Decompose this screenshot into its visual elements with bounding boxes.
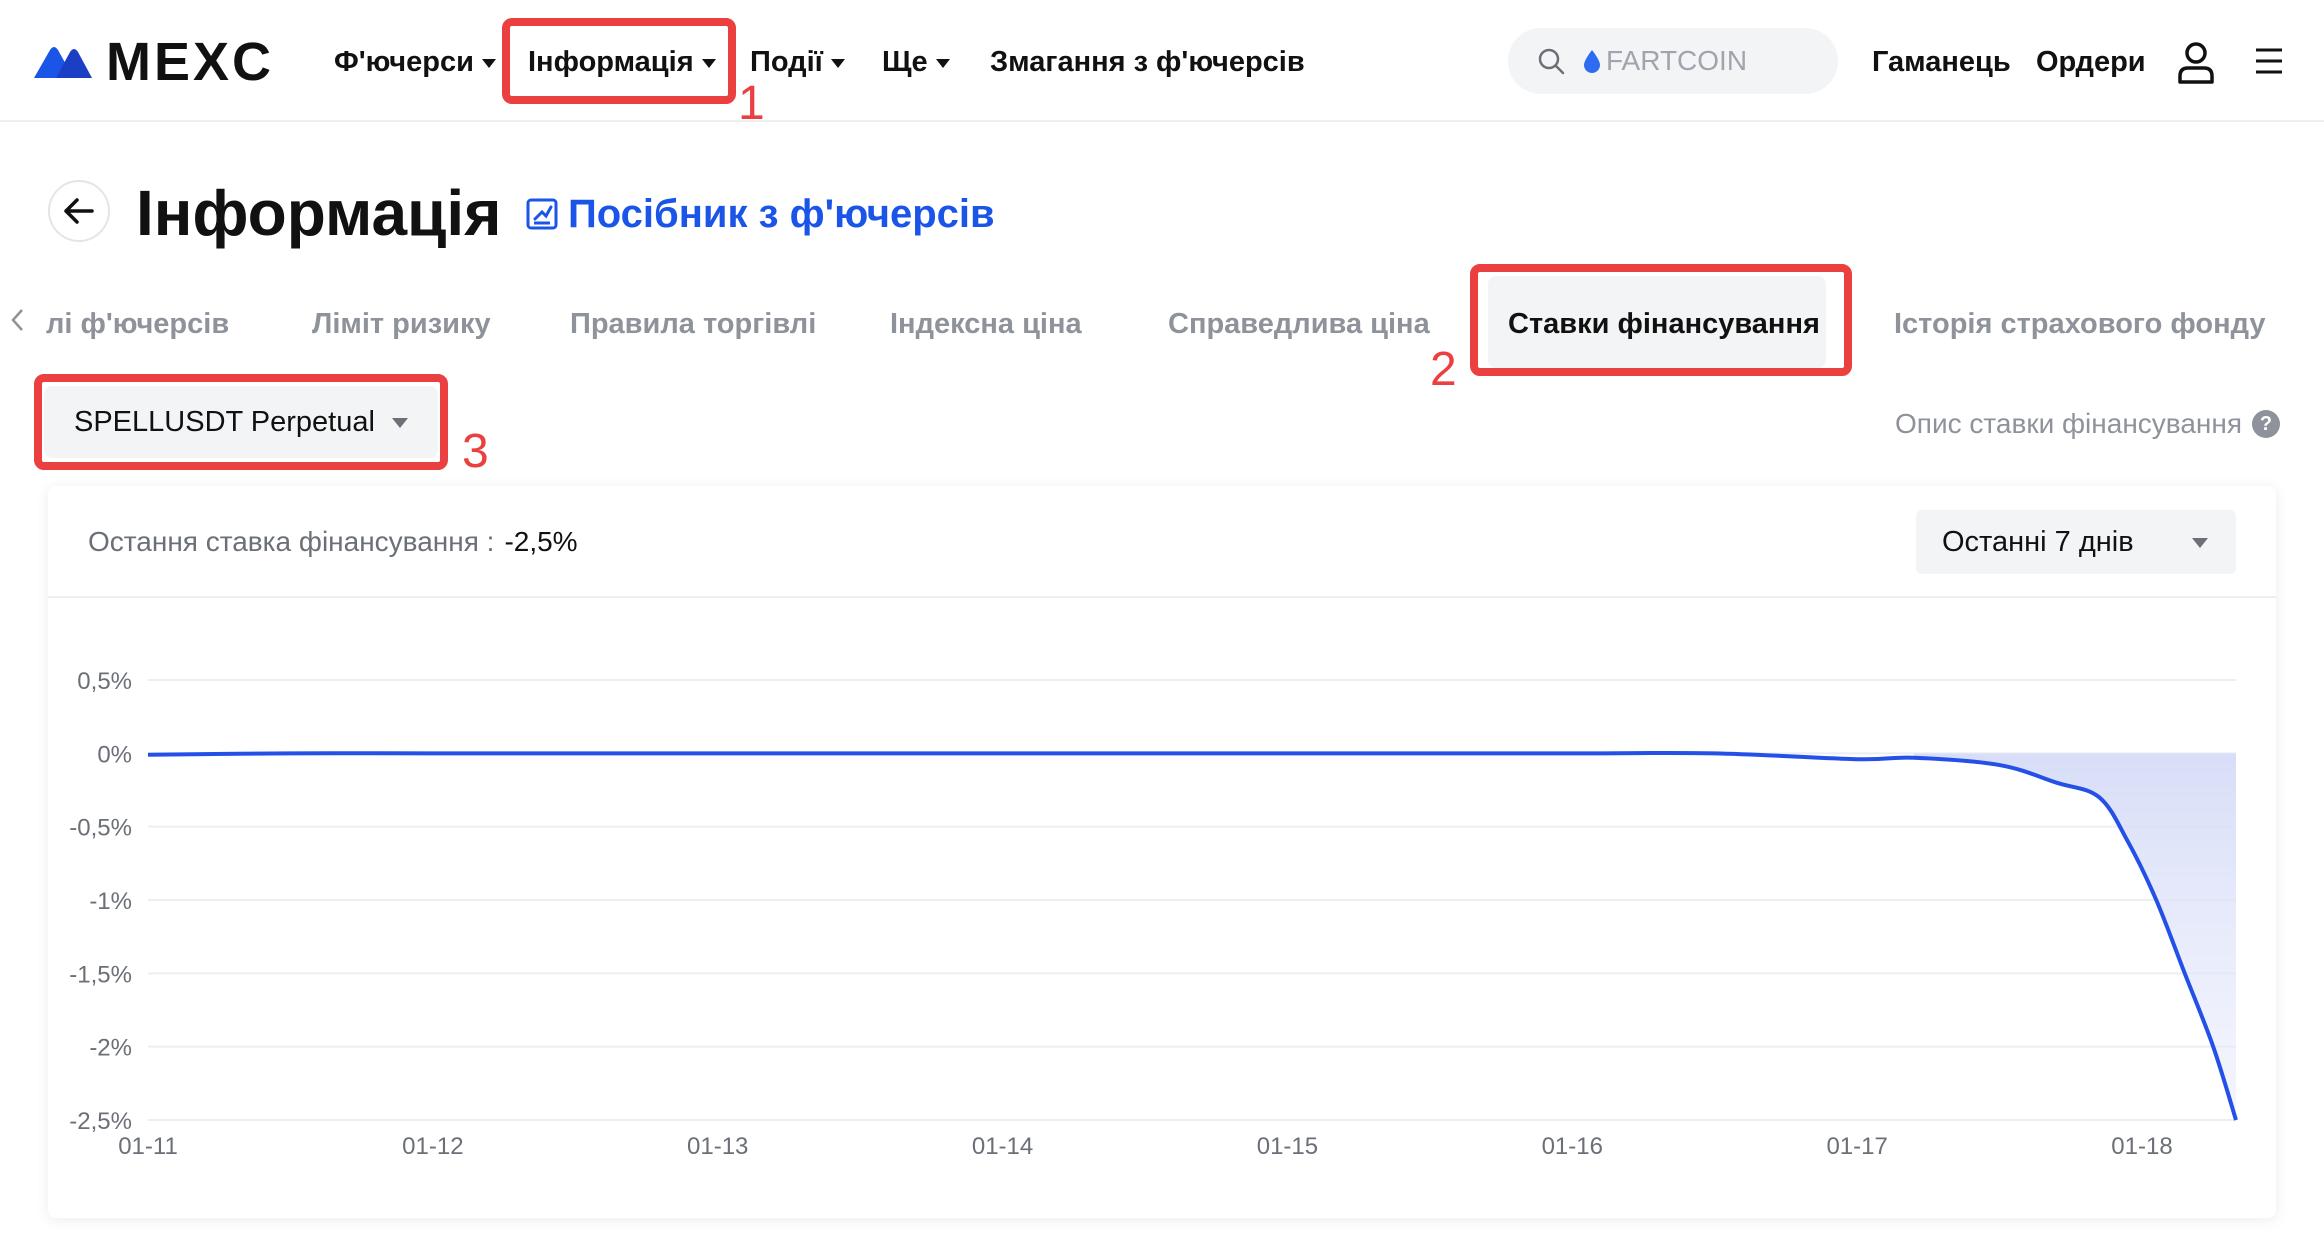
funding-rate-line (147, 750, 2238, 1121)
nav-events-label: Події (750, 45, 823, 78)
search-icon (1538, 48, 1565, 75)
mexc-logo-icon (34, 47, 92, 78)
negative-rate-area (1914, 753, 2236, 1120)
annotation-number-3: 3 (462, 425, 489, 478)
wallet-link[interactable]: Гаманець (1872, 40, 2011, 84)
futures-guide-link[interactable]: Посібник з ф'ючерсів (526, 190, 995, 238)
futures-guide-label: Посібник з ф'ючерсів (568, 191, 995, 236)
logo-text: MEXC (106, 32, 275, 92)
search-placeholder: FARTCOIN (1606, 45, 1748, 76)
annotation-box-1 (502, 18, 736, 104)
funding-rate-chart-card: Остання ставка фінансування : -2,5% Остан… (48, 486, 2276, 1218)
tab-fair-price[interactable]: Справедлива ціна (1168, 304, 1430, 344)
annotation-number-2: 2 (1430, 343, 1457, 396)
x-tick-label: 01-18 (2111, 1133, 2172, 1160)
nav-futures[interactable]: Ф'ючерси (334, 40, 496, 84)
hamburger-menu-icon[interactable] (2254, 46, 2284, 76)
back-button[interactable] (48, 180, 110, 242)
x-tick-label: 01-13 (687, 1133, 748, 1160)
nav-futures-competition-label: Змагання з ф'ючерсів (990, 45, 1305, 78)
y-tick-label: -2% (89, 1035, 132, 1062)
nav-futures-label: Ф'ючерси (334, 45, 474, 78)
nav-more[interactable]: Ще (882, 40, 950, 84)
y-tick-label: -2,5% (69, 1108, 132, 1135)
x-tick-label: 01-11 (118, 1133, 178, 1160)
nav-futures-competition[interactable]: Змагання з ф'ючерсів (990, 40, 1305, 84)
y-tick-label: 0% (97, 741, 132, 768)
annotation-box-2 (1470, 264, 1852, 376)
x-tick-label: 01-16 (1542, 1133, 1603, 1160)
tab-insurance-fund-history[interactable]: Історія страхового фонду (1894, 304, 2266, 344)
x-tick-label: 01-17 (1826, 1133, 1887, 1160)
user-icon[interactable] (2176, 40, 2216, 84)
page-title: Інформація (136, 177, 502, 249)
question-icon: ? (2252, 410, 2280, 438)
tab-futures-details[interactable]: лі ф'ючерсів (46, 304, 229, 344)
funding-rate-description-link[interactable]: Опис ставки фінансування ? (1895, 404, 2280, 444)
annotation-box-3 (34, 374, 448, 470)
y-tick-label: -0,5% (69, 815, 132, 842)
tab-risk-limit[interactable]: Ліміт ризику (312, 304, 491, 344)
chevron-down-icon (830, 58, 845, 68)
x-tick-label: 01-15 (1257, 1133, 1318, 1160)
funding-rate-chart: 0,5% 0% -0,5% -1% -1,5% -2% -2,5%01-11 01-12 01-… (69, 668, 2238, 1160)
funding-rate-description-label: Опис ставки фінансування (1895, 408, 2242, 439)
hot-drop-icon (1584, 50, 1600, 73)
nav-more-label: Ще (882, 45, 928, 78)
y-tick-label: -1% (89, 888, 132, 915)
x-tick-label: 01-12 (402, 1133, 463, 1160)
arrow-left-icon (64, 198, 94, 224)
chevron-down-icon (481, 58, 496, 68)
chevron-left-icon[interactable] (8, 306, 28, 334)
mexc-logo[interactable]: MEXC (32, 32, 275, 92)
x-tick-label: 01-14 (972, 1133, 1033, 1160)
guide-book-icon (526, 198, 558, 230)
y-tick-label: 0,5% (77, 668, 132, 695)
chevron-down-icon (935, 58, 950, 68)
y-tick-label: -1,5% (69, 961, 132, 988)
annotation-number-1: 1 (738, 77, 765, 130)
top-navigation-bar: MEXC Ф'ючерси Інформація Події Ще Змаган… (0, 0, 2324, 122)
tab-trading-rules[interactable]: Правила торгівлі (570, 304, 816, 344)
orders-link[interactable]: Ордери (2036, 40, 2146, 84)
tab-index-price[interactable]: Індексна ціна (890, 304, 1082, 344)
search-input[interactable]: FARTCOIN (1508, 28, 1838, 94)
